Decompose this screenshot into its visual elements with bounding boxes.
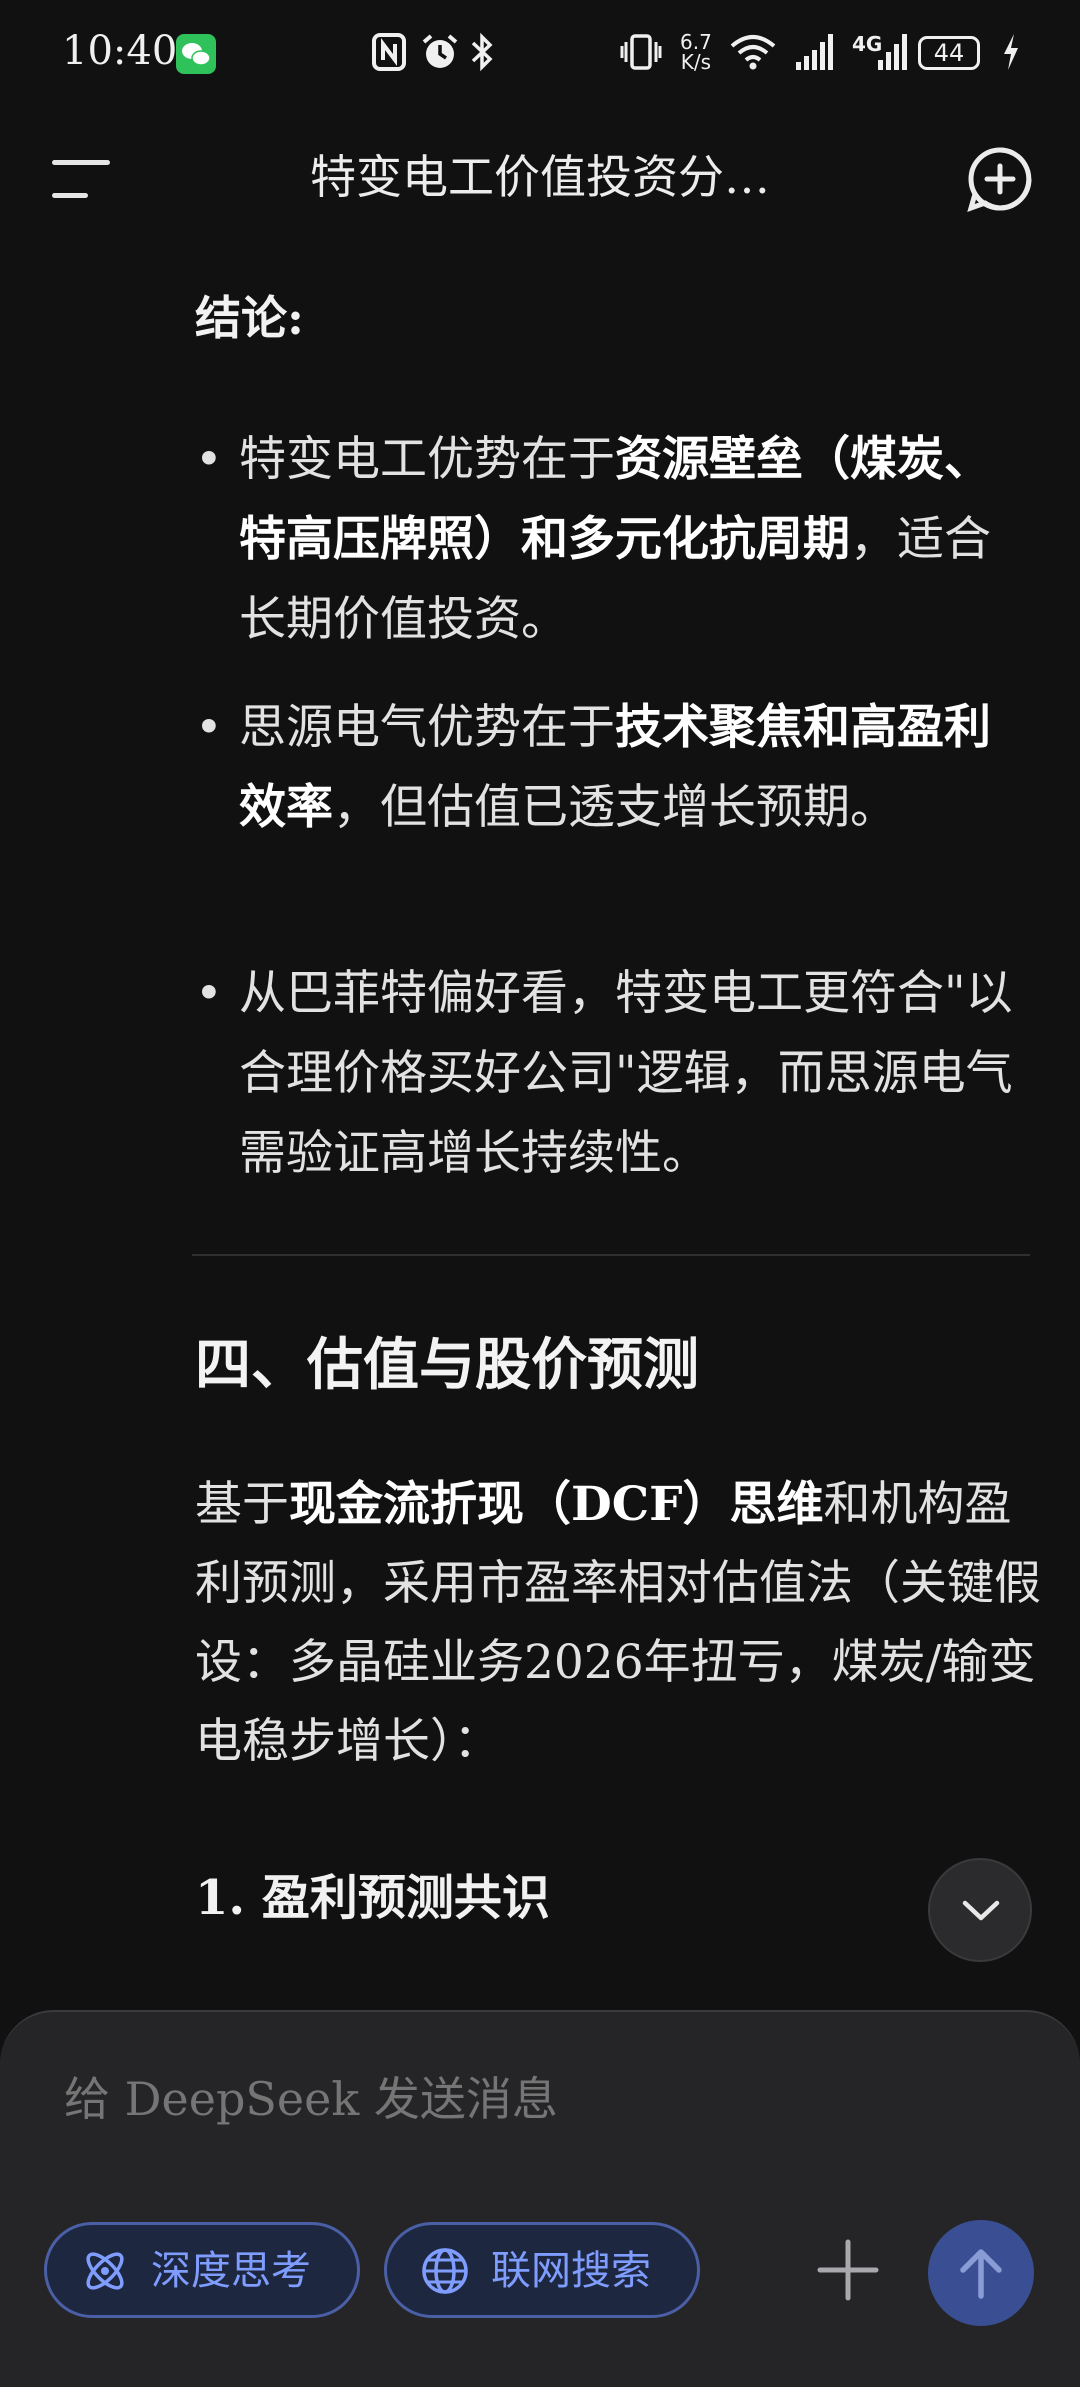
subsection-heading: 1. 盈利预测共识 [195, 1870, 550, 1926]
network-speed: 6.7 K/s [680, 30, 712, 74]
deep-think-label: 深度思考 [151, 2248, 311, 2294]
status-bar: 10:40 6.7 K/s 4G 44 [0, 0, 1080, 110]
list-item: • 从巴菲特偏好看，特变电工更符合"以合理价格买好公司"逻辑，而思源电气需验证高… [195, 954, 1025, 1194]
signal-icon [796, 34, 833, 70]
web-search-label: 联网搜索 [491, 2248, 651, 2294]
bluetooth-icon [471, 32, 493, 72]
status-time: 10:40 [62, 28, 178, 74]
new-chat-icon[interactable] [966, 145, 1034, 213]
signal-icon [878, 34, 907, 70]
charging-icon [1004, 34, 1018, 70]
alarm-icon [422, 34, 458, 68]
page-title: 特变电工价值投资分… [310, 150, 770, 204]
atom-icon [86, 2252, 124, 2290]
message-composer: 深度思考 联网搜索 [0, 2010, 1080, 2387]
chevron-down-icon [962, 1900, 1000, 1921]
nfc-icon [372, 33, 406, 71]
vibrate-icon [620, 34, 662, 70]
wechat-icon [176, 34, 216, 74]
bullet-dot: • [195, 432, 223, 487]
globe-icon [422, 2248, 468, 2294]
section-heading: 四、估值与股价预测 [195, 1332, 699, 1398]
deep-think-toggle[interactable]: 深度思考 [44, 2222, 360, 2318]
web-search-toggle[interactable]: 联网搜索 [384, 2222, 700, 2318]
wifi-icon [730, 35, 776, 70]
divider [192, 1254, 1030, 1256]
menu-icon[interactable] [52, 156, 112, 202]
paragraph: 基于现金流折现（DCF）思维和机构盈利预测，采用市盈率相对估值法（关键假设：多晶… [195, 1477, 1041, 1769]
battery-indicator: 44 [918, 36, 980, 70]
scroll-to-bottom-button[interactable] [928, 1858, 1032, 1962]
message-input[interactable] [64, 2072, 864, 2126]
conclusion-heading: 结论: [195, 291, 304, 345]
send-button[interactable] [928, 2220, 1034, 2326]
list-item: • 特变电工优势在于资源壁垒（煤炭、特高压牌照）和多元化抗周期，适合长期价值投资… [195, 420, 1025, 660]
bullet-dot: • [195, 700, 223, 755]
top-app-bar: 特变电工价值投资分… [0, 110, 1080, 240]
arrow-up-icon [960, 2249, 1002, 2299]
bullet-dot: • [195, 966, 223, 1021]
plus-icon[interactable] [812, 2234, 884, 2306]
list-item: • 思源电气优势在于技术聚焦和高盈利效率，但估值已透支增长预期。 [195, 688, 1025, 928]
